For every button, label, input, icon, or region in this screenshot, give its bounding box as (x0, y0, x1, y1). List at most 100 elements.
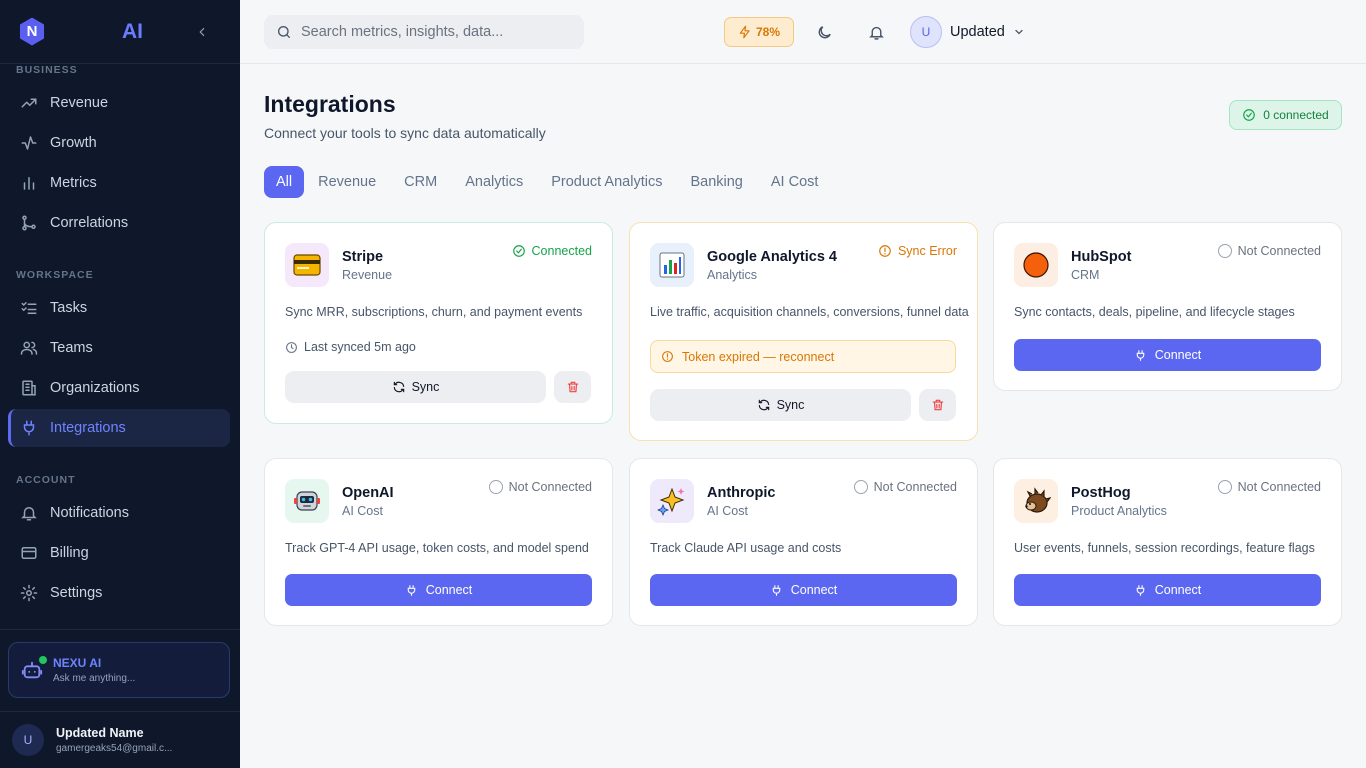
status-label: Not Connected (1237, 480, 1321, 494)
robot-emoji-icon (285, 479, 329, 523)
sidebar-item-settings[interactable]: Settings (8, 574, 230, 612)
delete-integration-button[interactable] (919, 389, 956, 421)
tab-ai-cost[interactable]: AI Cost (757, 166, 833, 198)
chevron-left-icon (199, 27, 205, 36)
collapse-sidebar-button[interactable] (194, 24, 210, 40)
sidebar-divider (0, 711, 240, 712)
sidebar-item-billing[interactable]: Billing (8, 534, 230, 572)
integration-card-google-analytics: Google Analytics 4 Analytics Sync Error … (629, 222, 978, 441)
connect-label: Connect (1154, 348, 1202, 362)
connect-button[interactable]: Connect (1014, 339, 1321, 371)
sidebar-user-profile[interactable]: U Updated Name gamergeaks54@gmail.c... (12, 724, 172, 756)
theme-toggle-button[interactable] (814, 22, 834, 42)
error-label: Token expired — reconnect (682, 349, 835, 364)
sidebar-item-growth[interactable]: Growth (8, 124, 230, 162)
delete-integration-button[interactable] (554, 371, 591, 403)
tab-revenue[interactable]: Revenue (304, 166, 390, 198)
sidebar-item-label: Billing (50, 545, 89, 561)
integration-name: Anthropic (707, 485, 776, 501)
sidebar-item-metrics[interactable]: Metrics (8, 164, 230, 202)
user-menu[interactable]: U Updated (910, 16, 1025, 48)
empty-circle-icon (1217, 244, 1232, 258)
alert-circle-icon (662, 351, 673, 362)
refresh-icon (758, 399, 769, 411)
energy-badge[interactable]: 78% (724, 17, 794, 47)
sync-label: Sync (411, 380, 440, 394)
credit-card-emoji-icon (285, 243, 329, 287)
sidebar-item-label: Tasks (50, 300, 88, 316)
sidebar-item-revenue[interactable]: Revenue (8, 84, 230, 122)
bell-icon (868, 26, 884, 40)
sidebar-item-correlations[interactable]: Correlations (8, 204, 230, 242)
integration-description: Sync MRR, subscriptions, churn, and paym… (285, 305, 583, 319)
search-input[interactable] (301, 24, 571, 40)
page-subtitle: Connect your tools to sync data automati… (264, 125, 546, 141)
status-label: Connected (531, 244, 592, 258)
section-business: BUSINESS (16, 64, 78, 76)
plug-icon (407, 584, 416, 596)
sidebar-item-integrations[interactable]: Integrations (8, 409, 230, 447)
integration-description: Sync contacts, deals, pipeline, and life… (1014, 305, 1295, 319)
tab-banking[interactable]: Banking (676, 166, 756, 198)
bot-icon (21, 656, 47, 681)
search-bar[interactable] (264, 15, 584, 49)
sidebar-item-label: Revenue (50, 95, 109, 111)
bar-chart-icon (20, 174, 38, 192)
plug-icon (1136, 584, 1145, 596)
connected-count-label: 0 connected (1263, 108, 1329, 122)
tab-analytics[interactable]: Analytics (451, 166, 537, 198)
connect-button[interactable]: Connect (650, 574, 957, 606)
sidebar-item-label: Integrations (50, 420, 126, 436)
connected-count-badge: 0 connected (1229, 100, 1342, 130)
empty-circle-icon (1217, 480, 1232, 494)
section-account: ACCOUNT (16, 474, 76, 486)
sidebar-item-teams[interactable]: Teams (8, 329, 230, 367)
sidebar-item-label: Correlations (50, 215, 129, 231)
integration-description: Track GPT-4 API usage, token costs, and … (285, 541, 589, 555)
nexu-logo[interactable]: N (19, 17, 45, 46)
connect-label: Connect (425, 583, 473, 597)
integration-card-posthog: PostHog Product Analytics Not Connected … (993, 458, 1342, 626)
integration-category: Revenue (342, 268, 393, 282)
sidebar-item-notifications[interactable]: Notifications (8, 494, 230, 532)
sidebar-item-organizations[interactable]: Organizations (8, 369, 230, 407)
sidebar-item-tasks[interactable]: Tasks (8, 289, 230, 327)
sync-button[interactable]: Sync (285, 371, 546, 403)
tab-product-analytics[interactable]: Product Analytics (537, 166, 676, 198)
ai-assistant-button[interactable]: NEXU AI Ask me anything... (8, 642, 230, 698)
connect-button[interactable]: Connect (285, 574, 592, 606)
status-badge: Not Connected (853, 480, 957, 494)
integration-name: PostHog (1071, 485, 1131, 501)
sync-label: Sync (776, 398, 805, 412)
tab-crm[interactable]: CRM (390, 166, 451, 198)
integration-card-openai: OpenAI AI Cost Not Connected Track GPT-4… (264, 458, 613, 626)
page-title: Integrations (264, 91, 396, 117)
sidebar-header: N AI (0, 0, 240, 64)
notifications-button[interactable] (866, 22, 886, 42)
sync-button[interactable]: Sync (650, 389, 911, 421)
sidebar-item-label: Metrics (50, 175, 97, 191)
lightning-icon (739, 25, 750, 39)
trending-up-icon (20, 94, 38, 112)
section-workspace: WORKSPACE (16, 269, 94, 281)
connect-button[interactable]: Connect (1014, 574, 1321, 606)
gear-icon (20, 584, 38, 602)
brand-label: AI (122, 19, 143, 43)
status-label: Not Connected (1237, 244, 1321, 258)
status-label: Sync Error (897, 244, 957, 258)
connect-label: Connect (790, 583, 838, 597)
error-message: Token expired — reconnect (650, 340, 956, 373)
status-label: Not Connected (508, 480, 592, 494)
integration-name: Google Analytics 4 (707, 249, 837, 265)
trash-icon (932, 399, 943, 411)
status-badge: Connected (512, 244, 592, 258)
tab-all[interactable]: All (264, 166, 305, 198)
last-synced: Last synced 5m ago (285, 340, 416, 354)
sidebar: N AI BUSINESS Revenue Growth Metrics Cor… (0, 0, 240, 768)
alert-circle-icon (879, 245, 891, 257)
integration-name: HubSpot (1071, 249, 1132, 265)
integration-category: Product Analytics (1071, 504, 1167, 518)
connect-label: Connect (1154, 583, 1202, 597)
search-icon (278, 26, 290, 38)
plug-icon (20, 419, 38, 437)
